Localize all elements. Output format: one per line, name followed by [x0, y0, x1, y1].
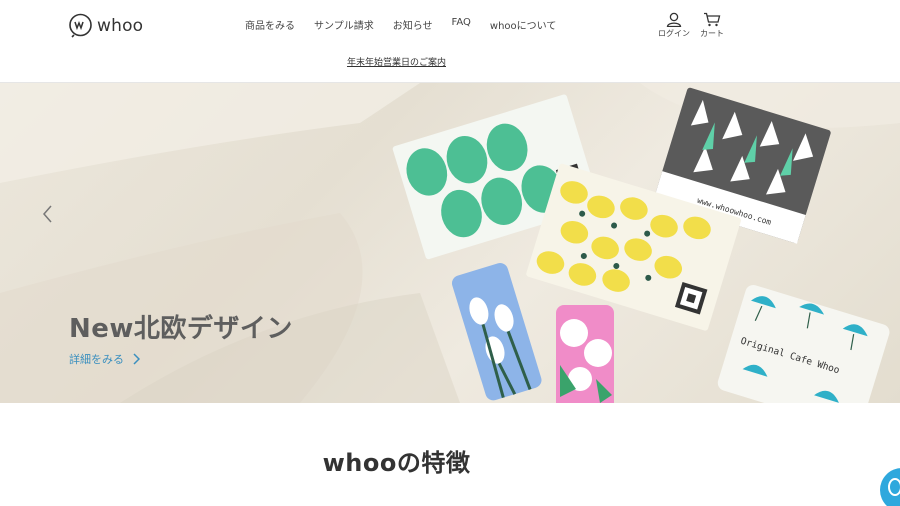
hero-banner: www.whoowhoo.com Original Cafe Whoo New北…	[0, 83, 900, 403]
login-button[interactable]: ログイン	[658, 12, 690, 39]
card-pink	[556, 305, 614, 403]
card-blue	[451, 263, 542, 401]
user-icon	[666, 12, 682, 27]
whoo-logo-icon	[69, 13, 92, 38]
nav-about[interactable]: whooについて	[490, 17, 556, 32]
hero-title: New北欧デザイン	[69, 314, 293, 344]
chevron-left-icon[interactable]	[38, 203, 58, 225]
hero-detail-link[interactable]: 詳細をみる	[69, 351, 140, 367]
cart-label: カート	[700, 29, 724, 38]
login-label: ログイン	[658, 29, 690, 38]
cart-button[interactable]: カート	[700, 12, 724, 39]
chevron-right-icon	[133, 353, 140, 365]
site-header: whoo 商品をみる サンプル請求 お知らせ FAQ whooについて 年末年始…	[0, 0, 900, 83]
nav-sample-request[interactable]: サンプル請求	[314, 17, 374, 32]
nav-products[interactable]: 商品をみる	[245, 17, 295, 32]
logo-text: whoo	[97, 15, 144, 36]
chat-icon[interactable]	[880, 468, 900, 506]
cart-icon	[704, 12, 721, 27]
main-nav: 商品をみる サンプル請求 お知らせ FAQ whooについて	[245, 17, 575, 32]
notice-bar: 年末年始営業日のご案内	[0, 50, 793, 69]
nav-faq[interactable]: FAQ	[452, 17, 471, 32]
notice-link[interactable]: 年末年始営業日のご案内	[347, 58, 446, 68]
nav-news[interactable]: お知らせ	[393, 17, 433, 32]
hero-link-label: 詳細をみる	[69, 353, 124, 366]
features-title: whooの特徴	[322, 449, 471, 477]
logo[interactable]: whoo	[68, 13, 143, 38]
card-cafe: Original Cafe Whoo	[717, 284, 890, 403]
